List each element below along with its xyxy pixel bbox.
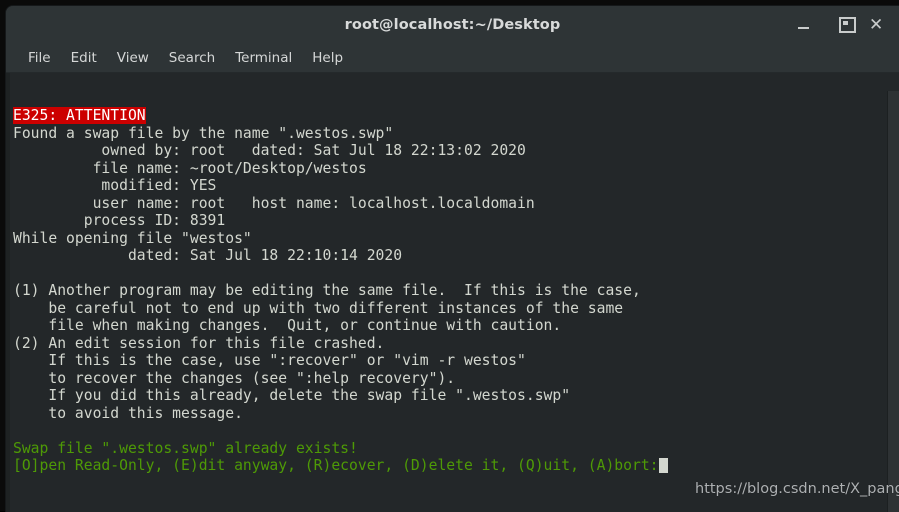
terminal-line: be careful not to end up with two differ… (13, 299, 624, 317)
vim-recovery-prompt[interactable]: [O]pen Read-Only, (E)dit anyway, (R)ecov… (13, 457, 899, 475)
terminal-scrollbar[interactable] (885, 73, 899, 512)
close-icon: ✕ (869, 14, 884, 35)
terminal-line: user name: root host name: localhost.loc… (13, 194, 535, 212)
menu-item-search[interactable]: Search (159, 48, 225, 68)
terminal-line: process ID: 8391 (13, 212, 226, 229)
terminal-line: If you did this already, delete the swap… (13, 387, 571, 404)
maximize-icon (838, 17, 856, 33)
minimize-button[interactable] (781, 6, 825, 44)
menu-item-file[interactable]: File (18, 48, 61, 68)
menu-item-edit[interactable]: Edit (61, 48, 107, 68)
terminal-window: root@localhost:~/Desktop ✕ File Edit Vie… (6, 6, 899, 512)
terminal-line: to avoid this message. (13, 404, 243, 422)
vim-recovery-prompt-text: [O]pen Read-Only, (E)dit anyway, (R)ecov… (13, 457, 659, 474)
maximize-button[interactable] (825, 6, 869, 44)
terminal-line: While opening file "westos" (13, 229, 252, 247)
minimize-icon (797, 27, 809, 29)
terminal-line: dated: Sat Jul 18 22:10:14 2020 (13, 247, 403, 264)
terminal-line: owned by: root dated: Sat Jul 18 22:13:0… (13, 142, 526, 159)
terminal-line: file when making changes. Quit, or conti… (13, 317, 562, 334)
swap-exists-message: Swap file ".westos.swp" already exists! (13, 439, 358, 457)
terminal-line: modified: YES (13, 177, 217, 194)
menubar: File Edit View Search Terminal Help (6, 44, 899, 73)
terminal-line: If this is the case, use ":recover" or "… (13, 352, 526, 369)
terminal-cursor (658, 458, 669, 473)
menu-item-terminal[interactable]: Terminal (225, 48, 302, 68)
terminal-line: (2) An edit session for this file crashe… (13, 334, 385, 352)
vim-error-badge: E325: ATTENTION (13, 107, 146, 124)
screenshot-root: root@localhost:~/Desktop ✕ File Edit Vie… (0, 0, 899, 512)
window-controls: ✕ (781, 6, 899, 44)
terminal-line: Found a swap file by the name ".westos.s… (13, 124, 394, 142)
close-button[interactable]: ✕ (869, 6, 899, 44)
window-titlebar[interactable]: root@localhost:~/Desktop ✕ (6, 6, 899, 44)
menu-item-view[interactable]: View (107, 48, 159, 68)
terminal-scrollbar-trough[interactable] (887, 91, 899, 512)
window-title: root@localhost:~/Desktop (344, 17, 561, 33)
menu-item-help[interactable]: Help (302, 48, 353, 68)
terminal-line: to recover the changes (see ":help recov… (13, 369, 456, 387)
terminal-area[interactable]: E325: ATTENTION Found a swap file by the… (6, 73, 899, 512)
vim-error-badge-line: E325: ATTENTION (13, 107, 899, 125)
terminal-screen[interactable]: E325: ATTENTION Found a swap file by the… (10, 73, 899, 512)
terminal-line: (1) Another program may be editing the s… (13, 282, 641, 299)
terminal-line: file name: ~root/Desktop/westos (13, 159, 367, 177)
